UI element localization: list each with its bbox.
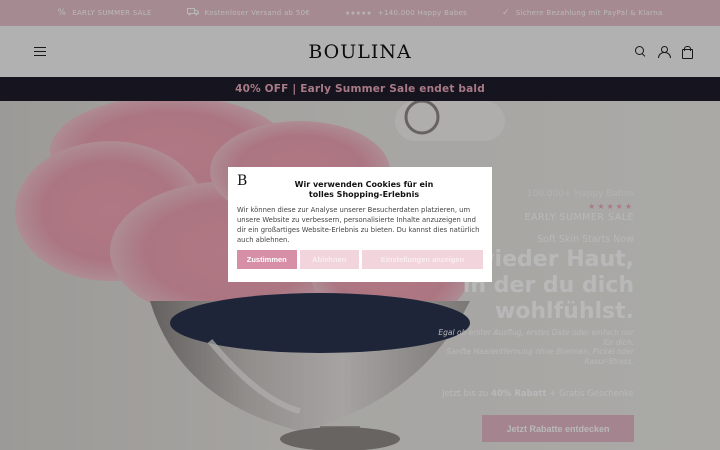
cookie-buttons: Zustimmen Ablehnen Einstellungen anzeige… — [237, 250, 483, 270]
cookie-title-line: Wir verwenden Cookies für ein — [294, 180, 434, 189]
cookie-title-line: tolles Shopping-Erlebnis — [308, 190, 420, 199]
cookie-consent-dialog: B Wir verwenden Cookies für ein tolles S… — [228, 167, 492, 282]
cookie-brand-logo: B — [237, 173, 248, 189]
cookie-settings-button[interactable]: Einstellungen anzeigen — [362, 250, 483, 270]
accept-cookies-button[interactable]: Zustimmen — [237, 250, 297, 270]
cookie-title: Wir verwenden Cookies für ein tolles Sho… — [237, 180, 483, 200]
cookie-body-text: Wir können diese zur Analyse unserer Bes… — [237, 206, 480, 244]
reject-cookies-button[interactable]: Ablehnen — [299, 250, 359, 270]
